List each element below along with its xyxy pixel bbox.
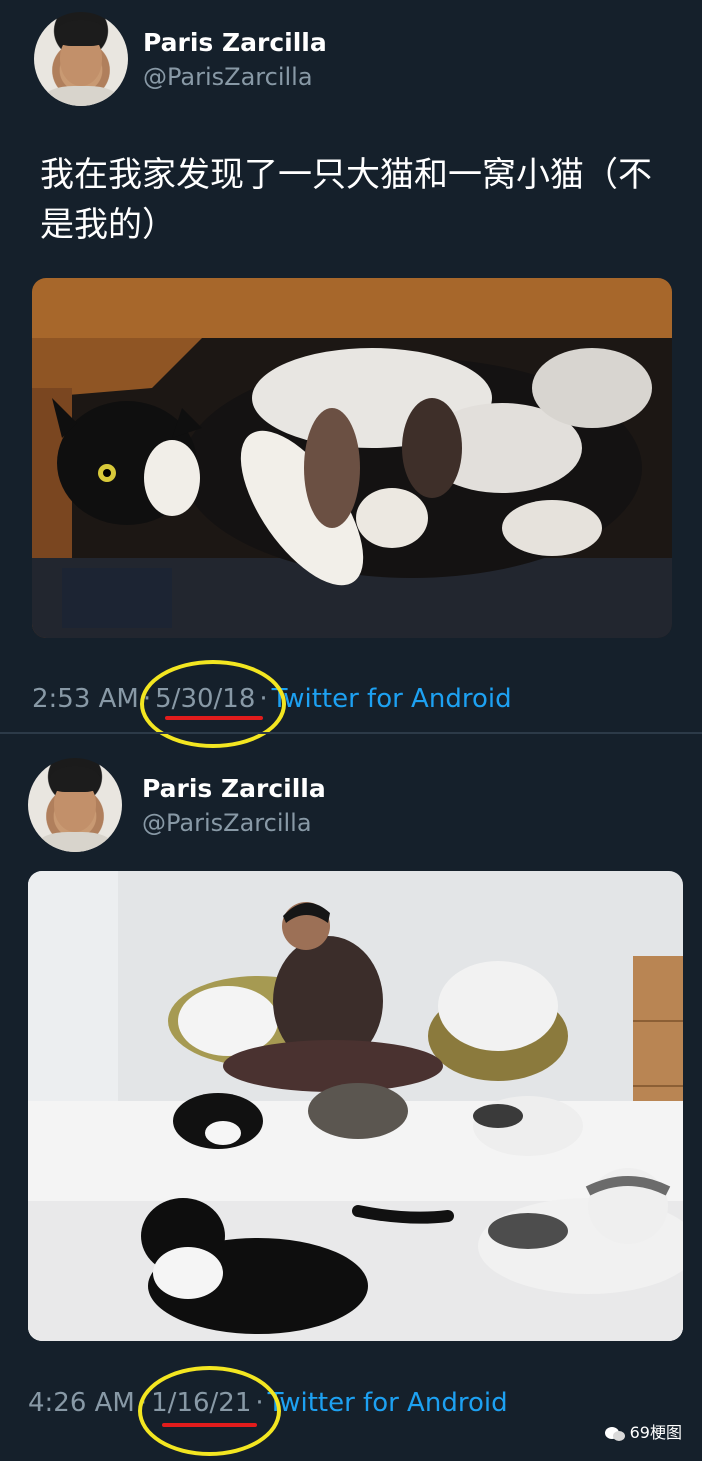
avatar[interactable] [28,758,122,852]
cat-with-kittens-photo[interactable] [32,278,672,638]
wechat-icon [604,1426,625,1441]
tweet-time[interactable]: 4:26 AM [28,1388,135,1418]
tweet-source-link[interactable]: Twitter for Android [268,1388,508,1418]
author-handle[interactable]: @ParisZarcilla [143,63,313,91]
author-name[interactable]: Paris Zarcilla [143,28,327,57]
avatar[interactable] [34,12,128,106]
tweet-time[interactable]: 2:53 AM [32,684,139,714]
highlight-underline [165,716,263,720]
tweet-divider [0,732,702,734]
author-handle[interactable]: @ParisZarcilla [142,809,312,837]
highlight-circle [138,1366,281,1456]
tweet-text: 我在我家发现了一只大猫和一窝小猫（不是我的） [40,155,652,245]
watermark-text: 69梗图 [629,1423,682,1442]
highlight-circle [140,660,286,748]
highlight-underline [162,1423,257,1427]
author-name[interactable]: Paris Zarcilla [142,774,326,803]
tweet-source-link[interactable]: Twitter for Android [272,684,512,714]
watermark: 69梗图 [604,1419,682,1443]
man-with-cats-on-bed-photo[interactable] [28,871,683,1341]
